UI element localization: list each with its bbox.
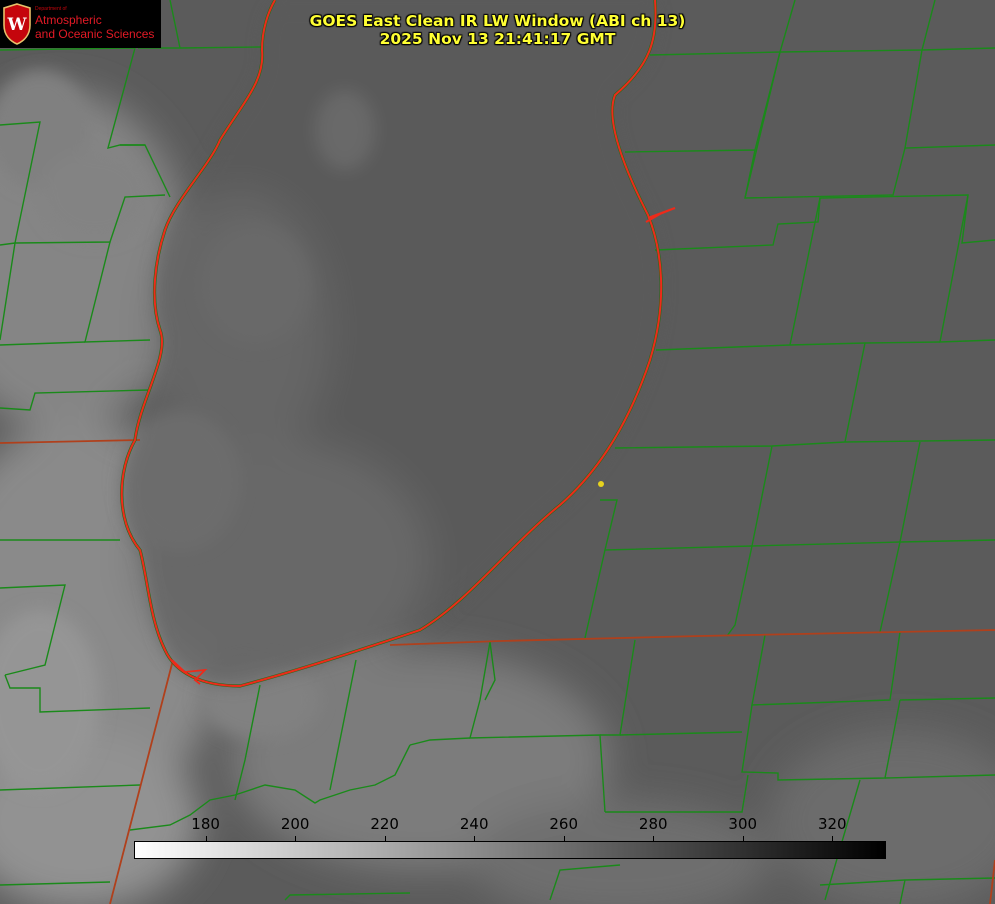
colorbar-tick-mark [295, 836, 296, 841]
temperature-colorbar [134, 841, 886, 859]
colorbar-tick-label: 260 [549, 815, 579, 833]
colorbar-tick-label: 180 [191, 815, 220, 833]
image-title: GOES East Clean IR LW Window (ABI ch 13) [309, 12, 686, 30]
colorbar-tick-label: 220 [370, 815, 399, 833]
colorbar-tick-mark [743, 836, 744, 841]
colorbar-tick-mark [832, 836, 833, 841]
image-timestamp: 2025 Nov 13 21:41:17 GMT [379, 30, 616, 48]
colorbar-tick-mark [653, 836, 654, 841]
colorbar-tick-label: 200 [280, 815, 310, 833]
location-marker [598, 481, 604, 487]
colorbar-tick-mark [206, 836, 207, 841]
ir-map [0, 0, 995, 904]
colorbar-tick-mark [564, 836, 565, 841]
colorbar-tick-label: 320 [817, 815, 847, 833]
colorbar-tick-mark [385, 836, 386, 841]
colorbar-tick-label: 300 [728, 815, 758, 833]
satellite-image: W Department of Atmospheric and Oceanic … [0, 0, 995, 904]
colorbar-tick-label: 240 [459, 815, 489, 833]
colorbar-tick-label: 280 [638, 815, 668, 833]
colorbar-tick-mark [474, 836, 475, 841]
